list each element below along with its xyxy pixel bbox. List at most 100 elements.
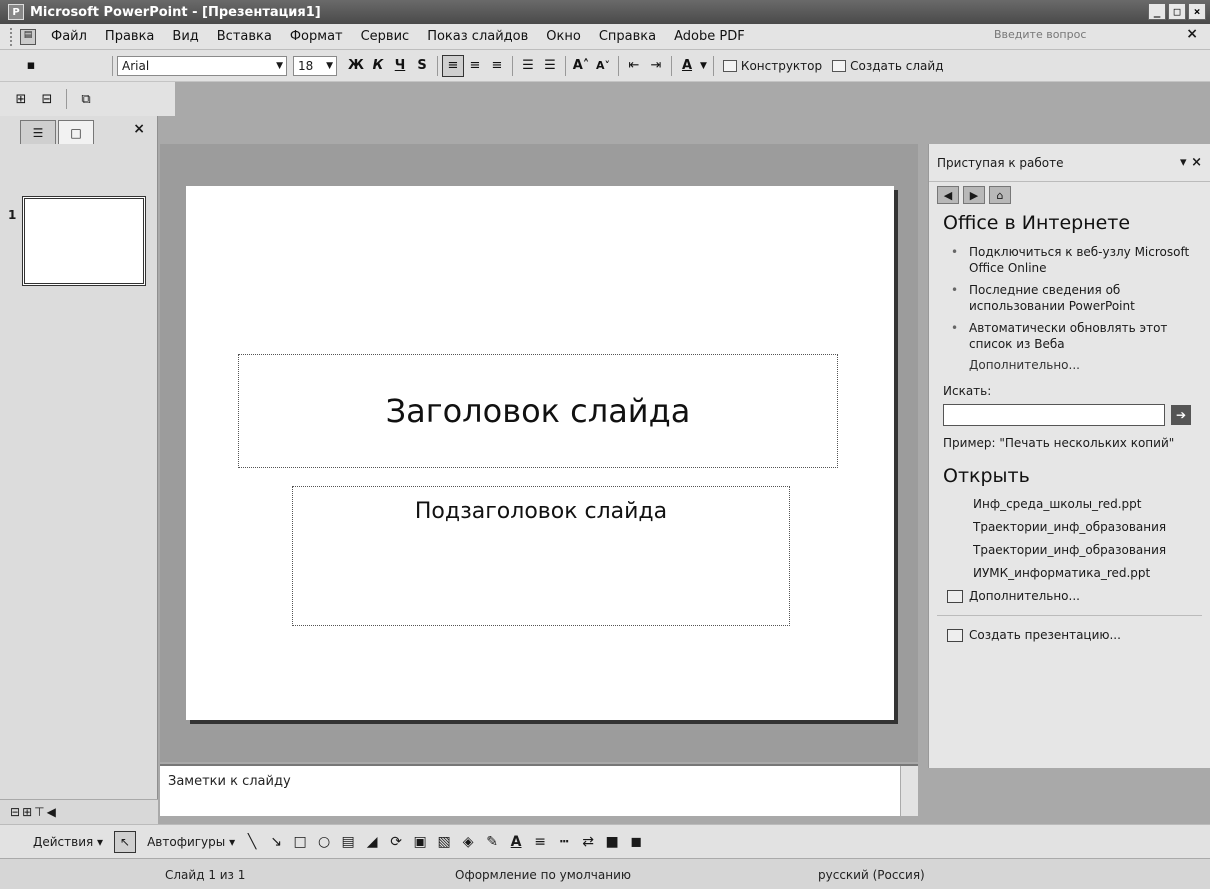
create-presentation-link[interactable]: Создать презентацию... xyxy=(947,628,1210,642)
search-go-button[interactable]: ➔ xyxy=(1171,405,1191,425)
menu-tools[interactable]: Сервис xyxy=(352,29,419,44)
underline-button[interactable]: Ч xyxy=(389,55,411,77)
design-icon xyxy=(722,59,737,72)
office-online-list: Подключиться к веб-узлу Microsoft Office… xyxy=(943,244,1210,352)
slide-thumbnail[interactable] xyxy=(22,196,146,286)
line-style-icon[interactable]: ≡ xyxy=(530,832,550,852)
font-name-select[interactable]: Arial ▼ xyxy=(117,55,287,76)
save-icon[interactable]: ▪ xyxy=(20,55,42,77)
chevron-down-icon[interactable]: ▼ xyxy=(698,55,709,77)
online-more-link[interactable]: Дополнительно... xyxy=(969,358,1210,372)
expand-all-icon[interactable]: ⊞ xyxy=(10,88,32,110)
align-center-icon[interactable]: ≡ xyxy=(464,55,486,77)
menu-window[interactable]: Окно xyxy=(537,29,590,44)
recent-file[interactable]: Инф_среда_школы_red.ppt xyxy=(973,497,1203,511)
rectangle-icon[interactable]: □ xyxy=(290,832,310,852)
increase-indent-icon[interactable]: ⇥ xyxy=(645,55,667,77)
recent-file[interactable]: Траектории_инф_образования xyxy=(973,543,1203,557)
online-link-news[interactable]: Последние сведения об использовании Powe… xyxy=(943,282,1193,314)
task-pane-divider xyxy=(937,615,1202,616)
new-slide-button[interactable]: Создать слайд xyxy=(827,59,948,73)
menu-view[interactable]: Вид xyxy=(163,29,207,44)
slide-sorter-view-icon[interactable]: ⊞ xyxy=(22,805,32,819)
text-box-icon[interactable]: ▤ xyxy=(338,832,358,852)
fill-color-icon[interactable]: ◈ xyxy=(458,832,478,852)
italic-button[interactable]: К xyxy=(367,55,389,77)
back-icon[interactable]: ◀ xyxy=(937,186,959,204)
wordart-icon[interactable]: ◢ xyxy=(362,832,382,852)
minimize-button[interactable]: _ xyxy=(1148,3,1166,20)
search-input[interactable] xyxy=(943,404,1165,426)
line-color-icon[interactable]: ✎ xyxy=(482,832,502,852)
close-pane-button[interactable]: × xyxy=(133,121,145,137)
actions-menu[interactable]: Действия ▾ xyxy=(28,835,108,849)
slide-thumbnail-number: 1 xyxy=(8,208,17,222)
font-color-icon[interactable]: A xyxy=(506,832,526,852)
decrease-font-icon[interactable]: A˅ xyxy=(592,55,614,77)
new-document-icon xyxy=(947,628,963,642)
menu-grip-handle[interactable] xyxy=(10,27,14,46)
3d-style-icon[interactable]: ◼ xyxy=(626,832,646,852)
line-icon[interactable]: ╲ xyxy=(242,832,262,852)
normal-view-icon[interactable]: ⊟ xyxy=(10,805,20,819)
font-size-select[interactable]: 18 ▼ xyxy=(293,55,337,76)
online-link-connect[interactable]: Подключиться к веб-узлу Microsoft Office… xyxy=(943,244,1193,276)
online-link-auto-update[interactable]: Автоматически обновлять этот список из В… xyxy=(943,320,1193,352)
autoshapes-menu[interactable]: Автофигуры ▾ xyxy=(142,835,240,849)
scroll-left-icon[interactable]: ◀ xyxy=(47,805,56,819)
show-formatting-icon[interactable]: ⊟ xyxy=(36,88,58,110)
menu-edit[interactable]: Правка xyxy=(96,29,163,44)
task-pane-close-icon[interactable]: ▾ × xyxy=(1180,155,1202,170)
notes-pane[interactable]: Заметки к слайду xyxy=(160,764,918,816)
slide-show-view-icon[interactable]: ⊤ xyxy=(34,805,44,819)
bulleted-list-icon[interactable]: ☰ xyxy=(539,55,561,77)
align-left-icon[interactable]: ≡ xyxy=(442,54,464,77)
close-document-button[interactable]: × xyxy=(1186,26,1198,42)
open-more-link[interactable]: Дополнительно... xyxy=(947,589,1210,603)
decrease-indent-icon[interactable]: ⇤ xyxy=(623,55,645,77)
bold-button[interactable]: Ж xyxy=(345,55,367,77)
home-icon[interactable]: ⌂ xyxy=(989,186,1011,204)
menu-insert[interactable]: Вставка xyxy=(208,29,281,44)
task-pane-header[interactable]: Приступая к работе ▾ × xyxy=(929,144,1210,182)
design-button[interactable]: Конструктор xyxy=(718,59,827,73)
powerpoint-app-icon[interactable]: P xyxy=(8,4,24,20)
tab-slides[interactable]: □ xyxy=(58,120,94,144)
align-right-icon[interactable]: ≡ xyxy=(486,55,508,77)
diagram-icon[interactable]: ⟳ xyxy=(386,832,406,852)
slide-title-placeholder[interactable]: Заголовок слайда xyxy=(238,354,838,468)
task-pane-title: Приступая к работе xyxy=(937,155,1064,170)
select-objects-icon[interactable]: ↖ xyxy=(114,830,137,853)
picture-icon[interactable]: ▧ xyxy=(434,832,454,852)
oval-icon[interactable]: ○ xyxy=(314,832,334,852)
clip-art-icon[interactable]: ▣ xyxy=(410,832,430,852)
shadow-button[interactable]: S xyxy=(411,55,433,77)
toolbar-separator xyxy=(565,55,566,76)
arrow-style-icon[interactable]: ⇄ xyxy=(578,832,598,852)
restore-button[interactable]: □ xyxy=(1168,3,1186,20)
font-color-icon[interactable]: A xyxy=(676,55,698,77)
tab-outline[interactable]: ☰ xyxy=(20,120,56,144)
dash-style-icon[interactable]: ┅ xyxy=(554,832,574,852)
shadow-style-icon[interactable]: ■ xyxy=(602,832,622,852)
document-icon[interactable]: ▤ xyxy=(20,28,36,45)
help-question-input[interactable]: Введите вопрос xyxy=(990,28,1170,46)
slide-subtitle-placeholder[interactable]: Подзаголовок слайда xyxy=(292,486,790,626)
menu-adobe-pdf[interactable]: Adobe PDF xyxy=(665,29,754,44)
increase-font-icon[interactable]: A˄ xyxy=(570,55,592,77)
menu-format[interactable]: Формат xyxy=(281,29,352,44)
arrow-icon[interactable]: ↘ xyxy=(266,832,286,852)
slide-canvas[interactable]: Заголовок слайда Подзаголовок слайда xyxy=(186,186,894,720)
forward-icon[interactable]: ▶ xyxy=(963,186,985,204)
close-button[interactable]: × xyxy=(1188,3,1206,20)
menu-file[interactable]: Файл xyxy=(42,29,96,44)
recent-file[interactable]: ИУМК_информатика_red.ppt xyxy=(973,566,1203,580)
recent-file[interactable]: Траектории_инф_образования xyxy=(973,520,1203,534)
summary-slide-icon[interactable]: ⧉ xyxy=(75,88,97,110)
menu-help[interactable]: Справка xyxy=(590,29,665,44)
menu-slide-show[interactable]: Показ слайдов xyxy=(418,29,537,44)
slide-subtitle-text: Подзаголовок слайда xyxy=(414,499,668,524)
notes-scrollbar[interactable] xyxy=(900,766,918,816)
numbered-list-icon[interactable]: ☰ xyxy=(517,55,539,77)
pane-tabs: ☰ □ × xyxy=(0,116,157,144)
